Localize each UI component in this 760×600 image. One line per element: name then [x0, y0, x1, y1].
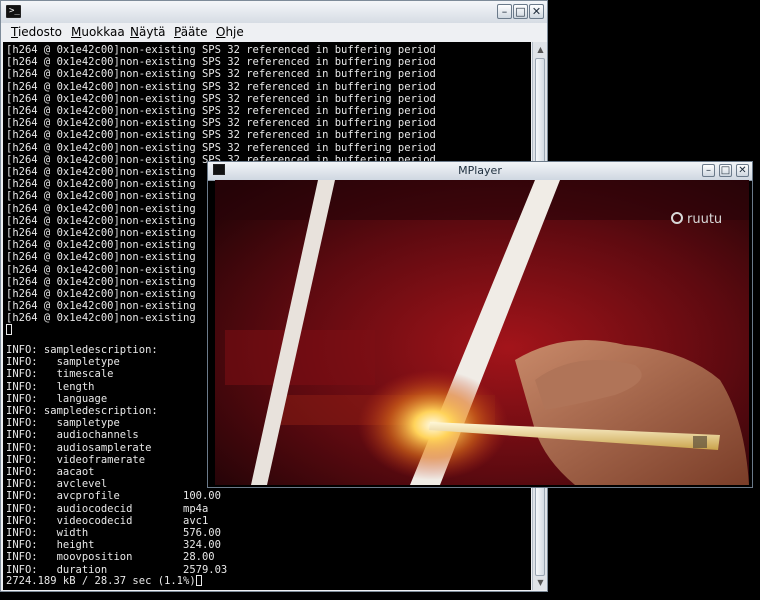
menu-muokkaa-rest: uokkaa — [81, 25, 125, 39]
status-text: 2724.189 kB / 28.37 sec (1.1%) — [6, 575, 196, 587]
video-image: ruutu — [215, 180, 749, 485]
close-button[interactable]: ✕ — [529, 4, 544, 19]
menu-ohje-rest: hje — [225, 25, 244, 39]
scroll-up-icon[interactable]: ▲ — [534, 43, 547, 56]
menu-paate[interactable]: Pääte — [174, 25, 208, 39]
terminal-output-info: INFO: sampledescription: INFO: sampletyp… — [6, 344, 228, 576]
mplayer-window: MPlayer – □ ✕ ruutu — [207, 161, 753, 488]
menu-tiedosto-rest: iedosto — [17, 25, 62, 39]
mplayer-titlebar[interactable]: MPlayer – □ ✕ — [208, 162, 752, 181]
mplayer-minimize-button[interactable]: – — [702, 164, 715, 177]
terminal-status-line: 2724.189 kB / 28.37 sec (1.1%) — [3, 573, 202, 587]
terminal-cursor-top — [6, 324, 12, 335]
menu-bar: Tiedosto Muokkaa Näytä Pääte Ohje — [1, 23, 547, 42]
mplayer-close-button[interactable]: ✕ — [736, 164, 749, 177]
menu-paate-rest: ääte — [180, 25, 208, 39]
menu-ohje[interactable]: Ohje — [216, 25, 244, 39]
video-frame[interactable]: ruutu — [215, 180, 749, 485]
scroll-down-icon[interactable]: ▼ — [534, 576, 547, 589]
menu-muokkaa[interactable]: Muokkaa — [71, 25, 125, 39]
mplayer-title: MPlayer — [458, 164, 502, 177]
terminal-cursor — [195, 575, 202, 586]
terminal-icon[interactable]: >_ — [6, 5, 21, 18]
menu-tiedosto[interactable]: Tiedosto — [11, 25, 62, 39]
mplayer-maximize-button[interactable]: □ — [719, 164, 732, 177]
menu-nayta[interactable]: Näytä — [130, 25, 166, 39]
terminal-titlebar[interactable]: >_ – □ ✕ — [1, 1, 547, 24]
maximize-button[interactable]: □ — [513, 4, 528, 19]
menu-nayta-rest: äytä — [138, 25, 166, 39]
mplayer-window-icon[interactable] — [213, 164, 225, 175]
minimize-button[interactable]: – — [497, 4, 512, 19]
watermark-text: ruutu — [687, 212, 722, 227]
